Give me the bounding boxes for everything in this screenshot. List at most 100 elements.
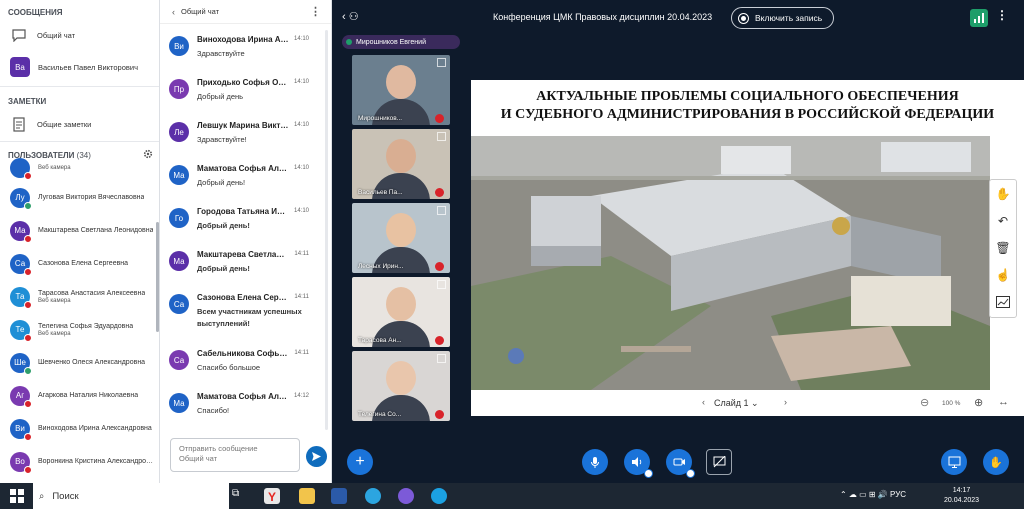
webcam-tile[interactable]: Мирошников... <box>352 55 450 125</box>
users-count: (34) <box>76 150 91 160</box>
webcam-tile[interactable]: Лесных Ирин... <box>352 203 450 273</box>
scrollbar[interactable] <box>325 30 328 430</box>
microphone-muted-icon <box>24 171 32 180</box>
screen-share-button[interactable] <box>706 449 732 475</box>
microphone-muted-icon <box>435 410 444 419</box>
message-time: 14:11 <box>294 350 309 356</box>
webcam-tile[interactable]: Васильев Па... <box>352 129 450 199</box>
record-button[interactable]: Включить запись <box>731 7 834 29</box>
undo-icon[interactable]: ↶ <box>990 207 1016 234</box>
back-icon[interactable]: ‹ <box>172 7 175 17</box>
windows-start-icon[interactable] <box>10 489 24 503</box>
user-list-item[interactable]: Аг Агаркова Наталия Николаевна <box>0 379 159 412</box>
gear-icon[interactable] <box>143 149 153 161</box>
zoom-out-icon[interactable]: ⊖ <box>920 396 929 409</box>
current-speaker-tag: Мирошников Евгений <box>342 35 460 49</box>
fullscreen-icon[interactable] <box>437 132 446 141</box>
message-text: Здравствуйте <box>197 49 245 58</box>
chat-title: Общий чат <box>181 7 220 16</box>
pointer-hand-icon[interactable]: ☝ <box>990 261 1016 288</box>
audio-button[interactable] <box>624 449 653 478</box>
users-toggle-icon[interactable]: ‹ ⚇ <box>342 10 359 23</box>
record-icon <box>738 12 749 24</box>
chevron-down-icon[interactable] <box>644 469 653 478</box>
scrollbar[interactable] <box>156 222 159 332</box>
user-name: Воронкина Кристина Александровна <box>38 458 154 465</box>
webcam-label: Мирошников... <box>358 115 403 122</box>
user-list-item[interactable]: Ма Макштарева Светлана Леонидовна <box>0 214 159 247</box>
avatar: Ма <box>169 251 189 271</box>
message-text: Всем участникам успешных выступлений! <box>197 307 302 328</box>
message-list: Ви Виноходова Ирина Александровна Здравств… <box>160 24 331 432</box>
skype-icon[interactable] <box>431 488 447 504</box>
annotation-toolbar: ✋ ↶ 🗑 ☝ <box>989 179 1017 318</box>
microphone-button[interactable] <box>582 449 608 475</box>
connection-status-icon[interactable] <box>970 9 988 27</box>
viber-icon[interactable] <box>398 488 414 504</box>
line-chart-icon[interactable] <box>990 288 1016 315</box>
more-options-icon[interactable]: ⋮ <box>996 8 1008 22</box>
fullscreen-icon[interactable] <box>437 280 446 289</box>
webcam-strip: Мирошников... Васильев Па... Лесных Ирин..… <box>352 55 450 425</box>
user-list-item[interactable]: Ше Шевченко Олеся Александровна <box>0 346 159 379</box>
slide-selector[interactable]: Слайд 1 ⌄ <box>714 398 759 409</box>
fullscreen-icon[interactable] <box>437 58 446 67</box>
fullscreen-icon[interactable] <box>437 206 446 215</box>
taskbar-search[interactable]: ⌕ Поиск <box>33 483 229 509</box>
microphone-muted-icon <box>435 336 444 345</box>
message-text: Добрый день! <box>197 264 250 273</box>
hand-tool-icon[interactable]: ✋ <box>990 180 1016 207</box>
sidebar-item-direct-chat[interactable]: Ва Васильев Павел Викторович <box>0 50 159 84</box>
webcam-tile[interactable]: Телегина Со... <box>352 351 450 421</box>
presentation-button[interactable] <box>941 449 967 475</box>
avatar: Аг <box>10 385 32 408</box>
chat-message-input[interactable]: Отправить сообщение Общий чат <box>170 438 300 472</box>
word-icon[interactable] <box>331 488 347 504</box>
webcam-label: Васильев Па... <box>358 189 403 196</box>
system-tray[interactable]: ⌃ ☁ ▭ ⊞ 🔊 РУС <box>840 490 906 499</box>
user-list-item[interactable]: Са Сазонова Елена Сергеевна <box>0 247 159 280</box>
avatar: Ше <box>10 352 32 375</box>
fit-width-icon[interactable]: ↔ <box>998 396 1009 408</box>
add-actions-button[interactable]: + <box>347 449 373 475</box>
user-name: Виноходова Ирина Александровна <box>38 425 152 432</box>
user-list-item[interactable]: Та Тарасова Анастасия Алексеевна Веб камер… <box>0 280 159 313</box>
microphone-muted-icon <box>24 399 32 408</box>
message-time: 14:10 <box>293 79 309 85</box>
microphone-icon <box>591 456 599 468</box>
telegram-icon[interactable] <box>365 488 381 504</box>
webcam-tile[interactable]: Тарасова Ан... <box>352 277 450 347</box>
previous-slide-icon[interactable]: ‹ <box>702 397 705 407</box>
raise-hand-button[interactable]: ✋ <box>983 449 1009 475</box>
user-list: Веб камера Лу Луговая Виктория Вячеславовн… <box>0 154 159 478</box>
participant-face <box>386 65 416 99</box>
avatar: Го <box>169 208 189 228</box>
user-list-item[interactable]: Те Телегина Софья Эдуардовна Веб камера <box>0 313 159 346</box>
user-list-item[interactable]: Ви Виноходова Ирина Александровна <box>0 412 159 445</box>
trash-icon[interactable]: 🗑 <box>990 234 1016 261</box>
avatar: Ви <box>169 36 189 56</box>
avatar: Са <box>10 253 32 276</box>
file-explorer-icon[interactable] <box>299 488 315 504</box>
zoom-in-icon[interactable]: ⊕ <box>974 396 983 409</box>
yandex-browser-icon[interactable]: Y <box>264 488 280 504</box>
user-list-item[interactable]: Лу Луговая Виктория Вячеславовна <box>0 181 159 214</box>
camera-button[interactable] <box>666 449 695 478</box>
user-list-item[interactable]: Во Воронкина Кристина Александровна <box>0 445 159 478</box>
participant-face <box>386 361 416 395</box>
next-slide-icon[interactable]: › <box>784 397 787 407</box>
chevron-down-icon[interactable] <box>686 469 695 478</box>
send-button[interactable] <box>306 446 327 467</box>
taskbar-clock[interactable]: 14:17 20.04.2023 <box>944 486 979 506</box>
chat-message: Пр Приходько Софья Олеговна Добрый день 14:… <box>160 75 331 118</box>
task-view-icon[interactable]: ⧉ <box>232 488 248 504</box>
sidebar-item-shared-notes[interactable]: Общие заметки <box>0 109 159 139</box>
avatar: Ва <box>10 57 30 77</box>
listen-only-icon <box>24 366 32 375</box>
hand-icon: ✋ <box>989 456 1003 469</box>
sidebar-item-general-chat[interactable]: Общий чат <box>0 20 159 50</box>
speaker-icon <box>632 457 642 467</box>
more-options-icon[interactable]: ⋮ <box>310 5 321 18</box>
sidebar-item-label: Общий чат <box>37 30 76 40</box>
fullscreen-icon[interactable] <box>437 354 446 363</box>
